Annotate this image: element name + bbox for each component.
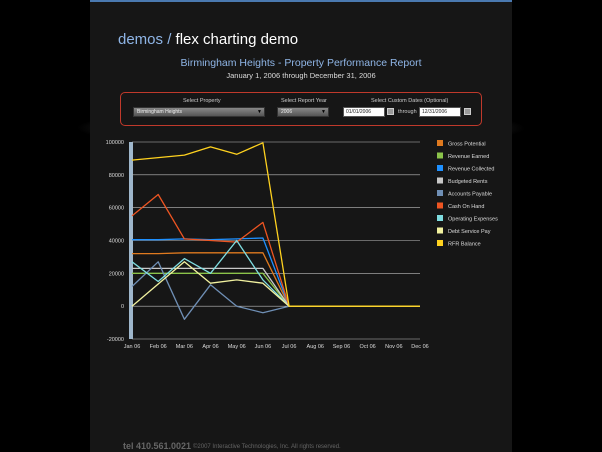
x-tick-label: Jul 06	[282, 344, 297, 350]
x-tick-label: May 06	[228, 344, 246, 350]
property-select[interactable]: Birmingham Heights ▼	[133, 107, 265, 117]
y-tick-label: 60000	[109, 206, 124, 212]
y-tick-label: 80000	[109, 173, 124, 179]
calendar-icon[interactable]	[387, 108, 394, 115]
brand-prefix: demos /	[118, 31, 172, 48]
start-date-input[interactable]: 01/01/2006	[343, 107, 385, 117]
legend-swatch	[437, 165, 443, 171]
legend-label: Budgeted Rents	[448, 179, 488, 185]
calendar-icon[interactable]	[464, 108, 471, 115]
y-tick-label: 0	[121, 304, 124, 310]
x-tick-label: Feb 06	[150, 344, 167, 350]
x-tick-label: Jan 06	[124, 344, 141, 350]
legend-swatch	[437, 215, 443, 221]
legend-swatch	[437, 202, 443, 209]
property-label: Select Property	[183, 98, 221, 104]
x-tick-label: Aug 06	[307, 344, 324, 350]
report-title: Birmingham Heights - Property Performanc…	[180, 57, 422, 69]
x-tick-label: Dec 06	[411, 344, 428, 350]
brand-name: flex charting demo	[175, 31, 299, 48]
legend-swatch	[437, 177, 443, 184]
series-line	[132, 237, 420, 307]
end-date-input[interactable]: 12/31/2006	[419, 107, 461, 117]
legend-swatch	[437, 227, 443, 234]
x-tick-label: Apr 06	[202, 344, 218, 350]
custom-dates-label: Select Custom Dates (Optional)	[371, 98, 449, 104]
legend-label: Cash On Hand	[448, 204, 484, 210]
year-select-value: 2006	[281, 109, 293, 115]
chevron-down-icon: ▼	[257, 109, 262, 115]
property-select-value: Birmingham Heights	[137, 109, 183, 115]
legend-swatch	[437, 152, 443, 159]
legend-label: Accounts Payable	[448, 192, 492, 198]
footer-phone: tel 410.561.0021	[123, 441, 192, 451]
legend-label: Debt Service Pay	[448, 229, 491, 235]
report-controls: Select Property Birmingham Heights ▼ Sel…	[120, 92, 482, 126]
x-tick-label: Oct 06	[360, 344, 376, 350]
y-tick-label: 20000	[109, 271, 124, 277]
year-label: Select Report Year	[281, 98, 327, 104]
legend-label: Gross Potential	[448, 142, 486, 148]
footer-copyright: ©2007 Interactive Technologies, Inc. All…	[193, 444, 341, 450]
performance-chart-svg: 100000 80000 60000 40000 20000 0 -20000Jan 06 F…	[106, 140, 498, 350]
x-tick-label: Nov 06	[385, 344, 402, 350]
legend-label: RFR Balance	[448, 242, 481, 248]
x-tick-label: Mar 06	[176, 344, 193, 350]
legend-swatch	[437, 240, 443, 246]
x-tick-label: Sep 06	[333, 344, 350, 350]
legend-swatch	[437, 190, 443, 196]
chevron-down-icon: ▼	[321, 109, 326, 115]
report-date-range: January 1, 2006 through December 31, 200…	[226, 71, 376, 80]
legend-swatch	[437, 140, 443, 146]
legend-label: Revenue Earned	[448, 154, 489, 160]
x-tick-label: Jun 06	[255, 344, 272, 350]
y-tick-label: -20000	[107, 337, 124, 343]
legend-label: Operating Expenses	[448, 217, 498, 223]
y-tick-label: 40000	[109, 239, 124, 245]
through-label: through	[398, 109, 417, 115]
legend-label: Revenue Collected	[448, 167, 494, 173]
y-tick-label: 100000	[106, 140, 124, 146]
main-panel: demos / flex charting demo Birmingham He…	[90, 0, 512, 452]
brand-header: demos / flex charting demo	[118, 31, 298, 48]
year-select[interactable]: 2006 ▼	[277, 107, 329, 117]
performance-chart: 100000 80000 60000 40000 20000 0 -20000 Jan 06 F…	[90, 132, 512, 352]
